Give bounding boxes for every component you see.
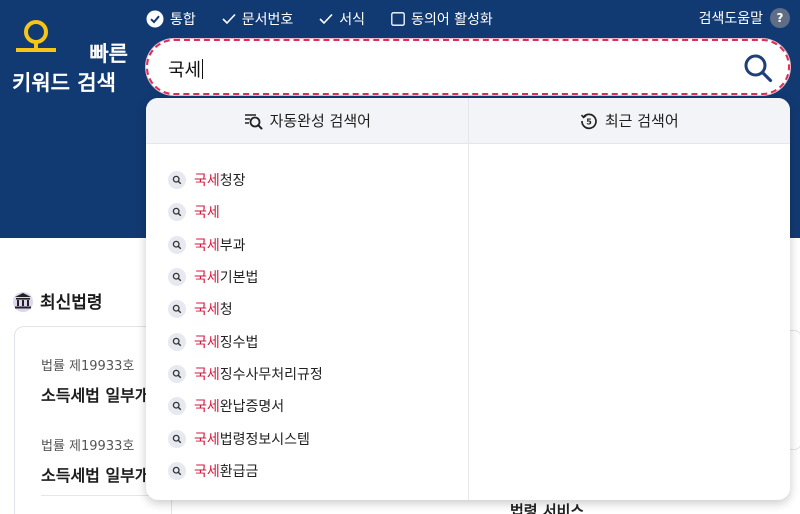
tab-autocomplete[interactable]: 자동완성 검색어: [146, 98, 468, 143]
institution-icon: [12, 290, 34, 312]
suggestion-match: 국세: [194, 237, 220, 254]
option-label: 서식: [339, 12, 366, 28]
law-number: 법률 제19933호: [41, 359, 135, 374]
suggestion-rest: 완납증명서: [219, 399, 285, 416]
search-text-icon: [243, 112, 263, 130]
law-title: 소득세법 일부개: [41, 386, 150, 405]
option-integrated[interactable]: 통합: [146, 9, 196, 29]
search-input[interactable]: 국세: [146, 39, 790, 95]
suggestion-item[interactable]: 국세 부과: [168, 229, 323, 261]
search-icon: [168, 332, 186, 351]
search-icon: [168, 364, 186, 383]
suggestion-list: 국세 청장 국세 국세 부과 국세 기본법 국세 청 국세 징수법 국세 징수사무처리규정: [168, 164, 323, 487]
option-form[interactable]: 서식: [319, 9, 365, 29]
quick-keyword-search-logo: 빠른 키워드 검색: [12, 14, 142, 104]
suggestion-item[interactable]: 국세 징수법: [168, 325, 323, 357]
autocomplete-dropdown: 자동완성 검색어 5 최근 검색어 국세 청장 국세 국세 부과 국세 기본법 …: [146, 98, 790, 500]
search-help-link[interactable]: 검색도움말 ?: [699, 8, 790, 28]
suggestion-match: 국세: [194, 302, 220, 319]
search-icon: [168, 461, 186, 480]
suggestion-match: 국세: [194, 334, 220, 351]
suggestion-item[interactable]: 국세 법령정보시스템: [168, 422, 323, 454]
suggestion-item[interactable]: 국세 환급금: [168, 455, 323, 487]
suggestion-rest: 환급금: [219, 463, 259, 480]
suggestion-rest: 징수사무처리규정: [219, 366, 323, 383]
search-icon: [168, 300, 186, 319]
suggestion-item[interactable]: 국세 청장: [168, 164, 323, 196]
suggestion-match: 국세: [194, 431, 220, 448]
suggestion-rest: 징수법: [219, 334, 259, 351]
search-icon: [168, 429, 186, 448]
suggestion-item[interactable]: 국세 기본법: [168, 261, 323, 293]
option-synonyms[interactable]: 동의어 활성화: [391, 9, 493, 29]
suggestion-item[interactable]: 국세: [168, 196, 323, 228]
suggestion-item[interactable]: 국세 징수사무처리규정: [168, 358, 323, 390]
suggestion-match: 국세: [194, 399, 220, 416]
dropdown-tabs: 자동완성 검색어 5 최근 검색어: [146, 98, 790, 144]
suggestion-match: 국세: [194, 270, 220, 287]
law-item[interactable]: 법률 제19933호 소득세법 일부개: [41, 355, 150, 406]
option-label: 동의어 활성화: [411, 12, 493, 28]
dropdown-divider: [468, 144, 469, 500]
option-label: 통합: [170, 12, 196, 28]
logo-line1: 빠른: [89, 42, 128, 66]
option-label: 문서번호: [241, 12, 294, 28]
logo-line2: 키워드 검색: [12, 71, 116, 95]
latest-laws-heading: 최신법령: [12, 288, 103, 313]
section-title-peek: 법령 서비스: [510, 502, 585, 514]
suggestion-match: 국세: [194, 463, 220, 480]
tab-recent[interactable]: 5 최근 검색어: [467, 98, 791, 143]
tab-label: 최근 검색어: [604, 112, 679, 130]
option-document-number[interactable]: 문서번호: [222, 9, 294, 29]
law-number: 법률 제19933호: [41, 439, 135, 454]
suggestion-rest: 청장: [219, 173, 246, 190]
suggestion-match: 국세: [194, 173, 220, 190]
question-icon: ?: [770, 8, 790, 28]
history-icon: 5: [580, 112, 598, 130]
tab-label: 자동완성 검색어: [269, 112, 371, 130]
checkbox-icon: [391, 12, 405, 26]
svg-text:5: 5: [586, 117, 592, 126]
suggestion-match: 국세: [194, 205, 220, 222]
suggestion-rest: 법령정보시스템: [219, 431, 310, 448]
suggestion-match: 국세: [194, 366, 220, 383]
search-icon[interactable]: [742, 52, 774, 84]
search-icon: [168, 203, 186, 222]
help-label: 검색도움말: [698, 11, 763, 27]
search-options: 통합 문서번호 서식 동의어 활성화: [146, 8, 519, 30]
check-circle-icon: [146, 10, 164, 28]
suggestion-rest: 기본법: [219, 270, 259, 287]
check-icon: [222, 13, 236, 25]
suggestion-rest: 부과: [219, 237, 246, 254]
search-icon: [168, 171, 186, 190]
check-icon: [319, 13, 333, 25]
search-input-value: 국세: [168, 60, 202, 81]
law-item[interactable]: 법률 제19933호 소득세법 일부개: [41, 435, 150, 486]
search-icon: [168, 235, 186, 254]
law-title: 소득세법 일부개: [41, 466, 150, 485]
search-icon: [168, 397, 186, 416]
text-caret: [202, 59, 204, 79]
section-title: 최신법령: [40, 293, 103, 313]
suggestion-item[interactable]: 국세 완납증명서: [168, 390, 323, 422]
search-icon: [168, 268, 186, 287]
suggestion-rest: 청: [219, 302, 233, 319]
suggestion-item[interactable]: 국세 청: [168, 293, 323, 325]
